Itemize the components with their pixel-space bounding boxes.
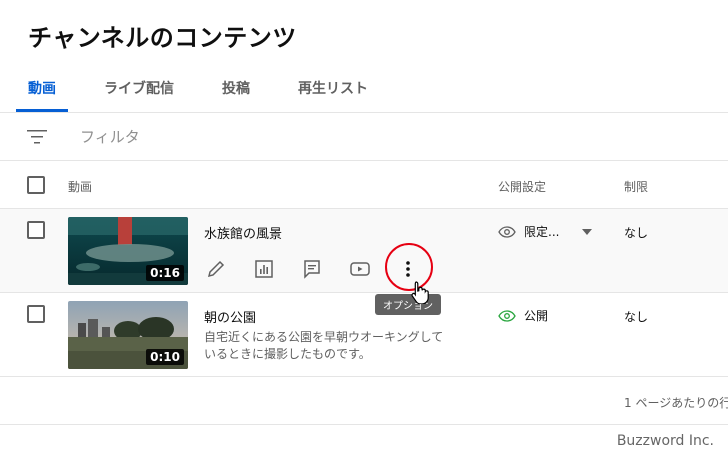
column-header-visibility[interactable]: 公開設定 [498, 178, 546, 195]
youtube-icon[interactable] [348, 257, 372, 281]
select-all-checkbox[interactable] [27, 176, 45, 194]
column-header-video: 動画 [68, 180, 93, 194]
footer-divider [0, 424, 728, 425]
restrictions-value: なし [624, 310, 649, 324]
visibility-label: 限定... [524, 225, 560, 239]
table-row: 0:10 朝の公園 自宅近くにある公園を早朝ウオーキングしているときに撮影したも… [0, 293, 728, 377]
filter-input[interactable]: フィルタ [80, 126, 140, 147]
video-title[interactable]: 朝の公園 [204, 307, 256, 326]
table-row: 0:16 水族館の風景 限定... なし [0, 209, 728, 293]
brand-watermark: Buzzword Inc. [616, 433, 714, 449]
video-description: 自宅近くにある公園を早朝ウオーキングしているときに撮影したものです。 [204, 330, 444, 361]
hand-cursor-icon [411, 281, 429, 304]
tab-live[interactable]: ライブ配信 [104, 78, 174, 112]
filter-icon[interactable] [27, 129, 47, 145]
analytics-icon[interactable] [252, 257, 276, 281]
video-title[interactable]: 水族館の風景 [204, 223, 282, 242]
visibility-label: 公開 [524, 309, 549, 323]
tab-videos[interactable]: 動画 [16, 78, 68, 112]
column-header-restrictions[interactable]: 制限 [624, 178, 648, 195]
video-thumbnail[interactable]: 0:10 [68, 301, 188, 369]
chevron-down-icon[interactable] [582, 229, 592, 235]
rows-per-page-label: 1 ページあたりの行 [624, 396, 728, 410]
filter-bar[interactable]: フィルタ [0, 113, 728, 161]
row-checkbox[interactable] [27, 305, 45, 323]
eye-icon [498, 309, 516, 322]
row-checkbox[interactable] [27, 221, 45, 239]
options-tooltip: オプション [375, 294, 441, 315]
comments-icon[interactable] [300, 257, 324, 281]
eye-icon [498, 225, 516, 238]
tab-posts[interactable]: 投稿 [222, 78, 250, 112]
edit-icon[interactable] [204, 257, 228, 281]
visibility-status[interactable]: 公開 [498, 307, 548, 324]
page-title: チャンネルのコンテンツ [28, 24, 297, 52]
video-duration: 0:10 [146, 349, 184, 365]
table-header: 動画 公開設定 制限 [0, 161, 728, 209]
video-thumbnail[interactable]: 0:16 [68, 217, 188, 285]
visibility-status[interactable]: 限定... [498, 223, 559, 240]
tab-playlists[interactable]: 再生リスト [298, 78, 368, 112]
restrictions-value: なし [624, 226, 649, 240]
options-icon[interactable] [396, 257, 420, 281]
content-tabs: 動画 ライブ配信 投稿 再生リスト [16, 78, 416, 112]
video-duration: 0:16 [146, 265, 184, 281]
